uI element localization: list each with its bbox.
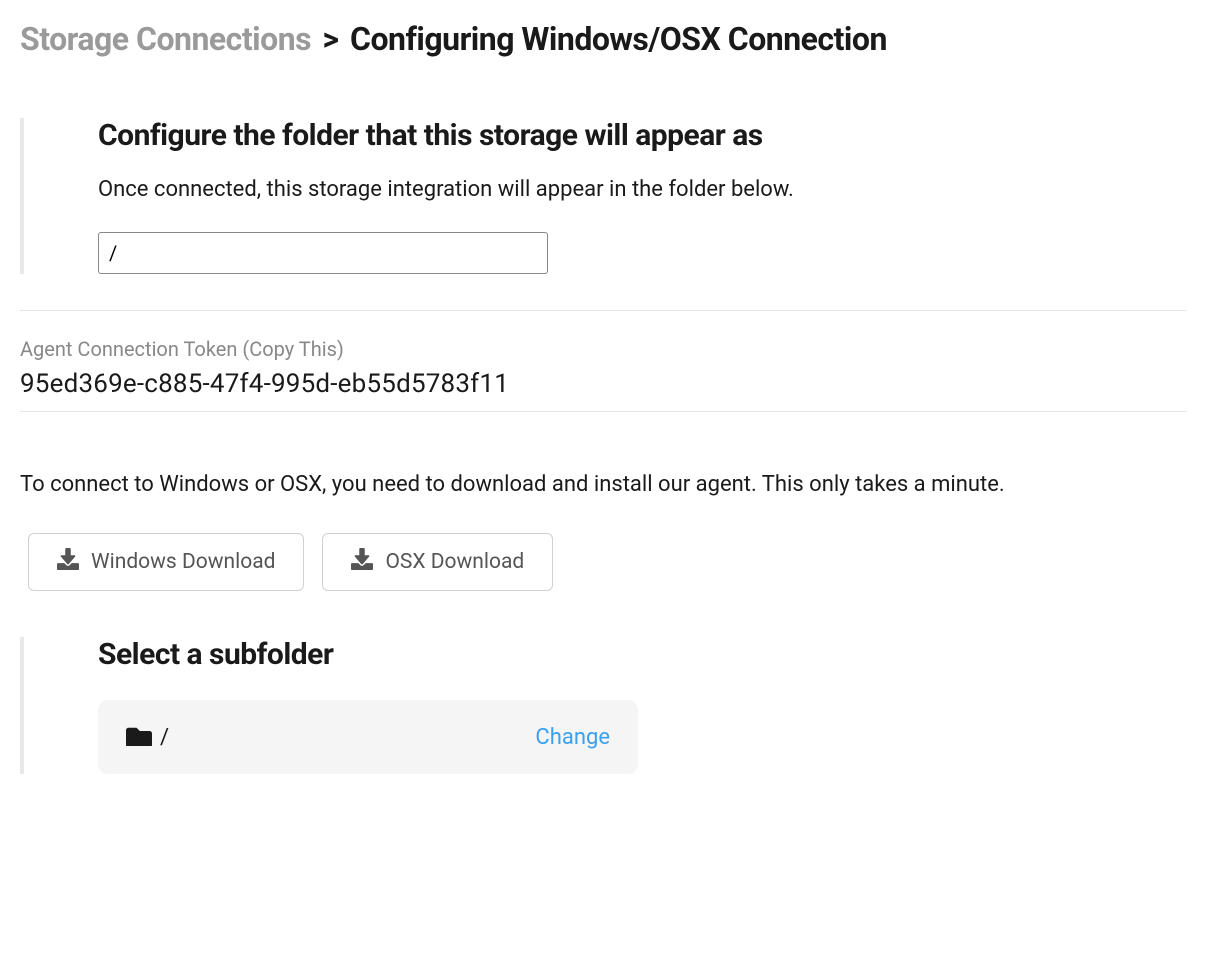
subfolder-card: / Change: [98, 700, 638, 774]
divider: [20, 411, 1186, 412]
configure-heading: Configure the folder that this storage w…: [98, 118, 1186, 153]
windows-download-button[interactable]: Windows Download: [28, 533, 304, 591]
breadcrumb: Storage Connections > Configuring Window…: [20, 20, 1186, 58]
configure-description: Once connected, this storage integration…: [98, 177, 1186, 202]
change-subfolder-link[interactable]: Change: [535, 725, 610, 750]
subfolder-path-display: /: [126, 724, 169, 750]
osx-download-button[interactable]: OSX Download: [322, 533, 553, 591]
agent-install-info: To connect to Windows or OSX, you need t…: [20, 472, 1186, 497]
breadcrumb-root-link[interactable]: Storage Connections: [20, 20, 311, 58]
folder-path-input[interactable]: [98, 232, 548, 274]
download-icon: [351, 548, 373, 576]
breadcrumb-current: Configuring Windows/OSX Connection: [350, 20, 887, 58]
token-label: Agent Connection Token (Copy This): [20, 337, 1186, 361]
token-field: Agent Connection Token (Copy This) 95ed3…: [20, 311, 1186, 411]
subfolder-heading: Select a subfolder: [98, 637, 1186, 672]
download-icon: [57, 548, 79, 576]
token-value: 95ed369e-c885-47f4-995d-eb55d5783f11: [20, 369, 1186, 399]
configure-folder-section: Configure the folder that this storage w…: [20, 118, 1186, 274]
download-buttons-row: Windows Download OSX Download: [28, 533, 1186, 591]
breadcrumb-separator: >: [323, 20, 339, 58]
subfolder-path-text: /: [160, 725, 169, 750]
windows-download-label: Windows Download: [91, 550, 275, 574]
folder-icon: [126, 724, 152, 750]
osx-download-label: OSX Download: [385, 550, 524, 574]
select-subfolder-section: Select a subfolder / Change: [20, 637, 1186, 774]
